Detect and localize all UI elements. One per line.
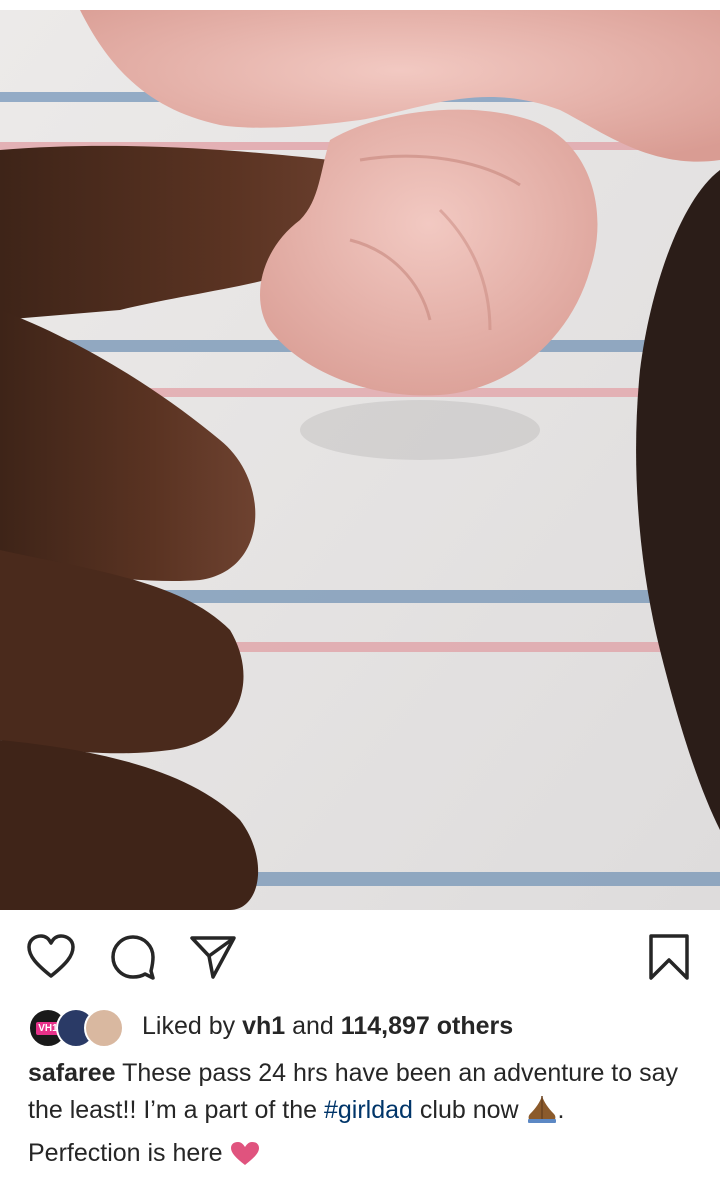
send-icon [189, 934, 237, 985]
save-button[interactable] [642, 932, 696, 986]
likes-count[interactable]: 114,897 others [341, 1012, 513, 1040]
likes-summary[interactable]: Liked by vh1 and 114,897 others [142, 1012, 513, 1041]
caption-hashtag[interactable]: #girldad [324, 1096, 413, 1124]
heart-emoji-icon [230, 1141, 260, 1178]
comment-icon [109, 933, 157, 986]
post-photo [0, 10, 720, 910]
caption-text-3: . [557, 1096, 565, 1124]
likes-prefix: Liked by [142, 1011, 236, 1040]
heart-icon [26, 933, 76, 985]
bookmark-icon [648, 933, 690, 986]
likes-row[interactable]: VH1 Liked by vh1 and 114,897 others [28, 1005, 708, 1048]
likes-conjunction: and [292, 1011, 334, 1040]
avatar-liker-3 [84, 1008, 124, 1048]
caption-text-2: club now [419, 1096, 519, 1124]
comment-button[interactable] [106, 932, 160, 986]
post-image[interactable] [0, 10, 720, 910]
praying-hands-icon [526, 1094, 558, 1135]
post-caption: safaree These pass 24 hrs have been an a… [28, 1055, 700, 1178]
liker-avatars: VH1 [28, 1006, 128, 1048]
likes-user-link[interactable]: vh1 [242, 1012, 285, 1040]
post-action-bar [0, 910, 720, 1005]
like-button[interactable] [24, 932, 78, 986]
share-button[interactable] [186, 932, 240, 986]
caption-text-4: Perfection is here [28, 1139, 223, 1167]
caption-username[interactable]: safaree [28, 1059, 116, 1087]
